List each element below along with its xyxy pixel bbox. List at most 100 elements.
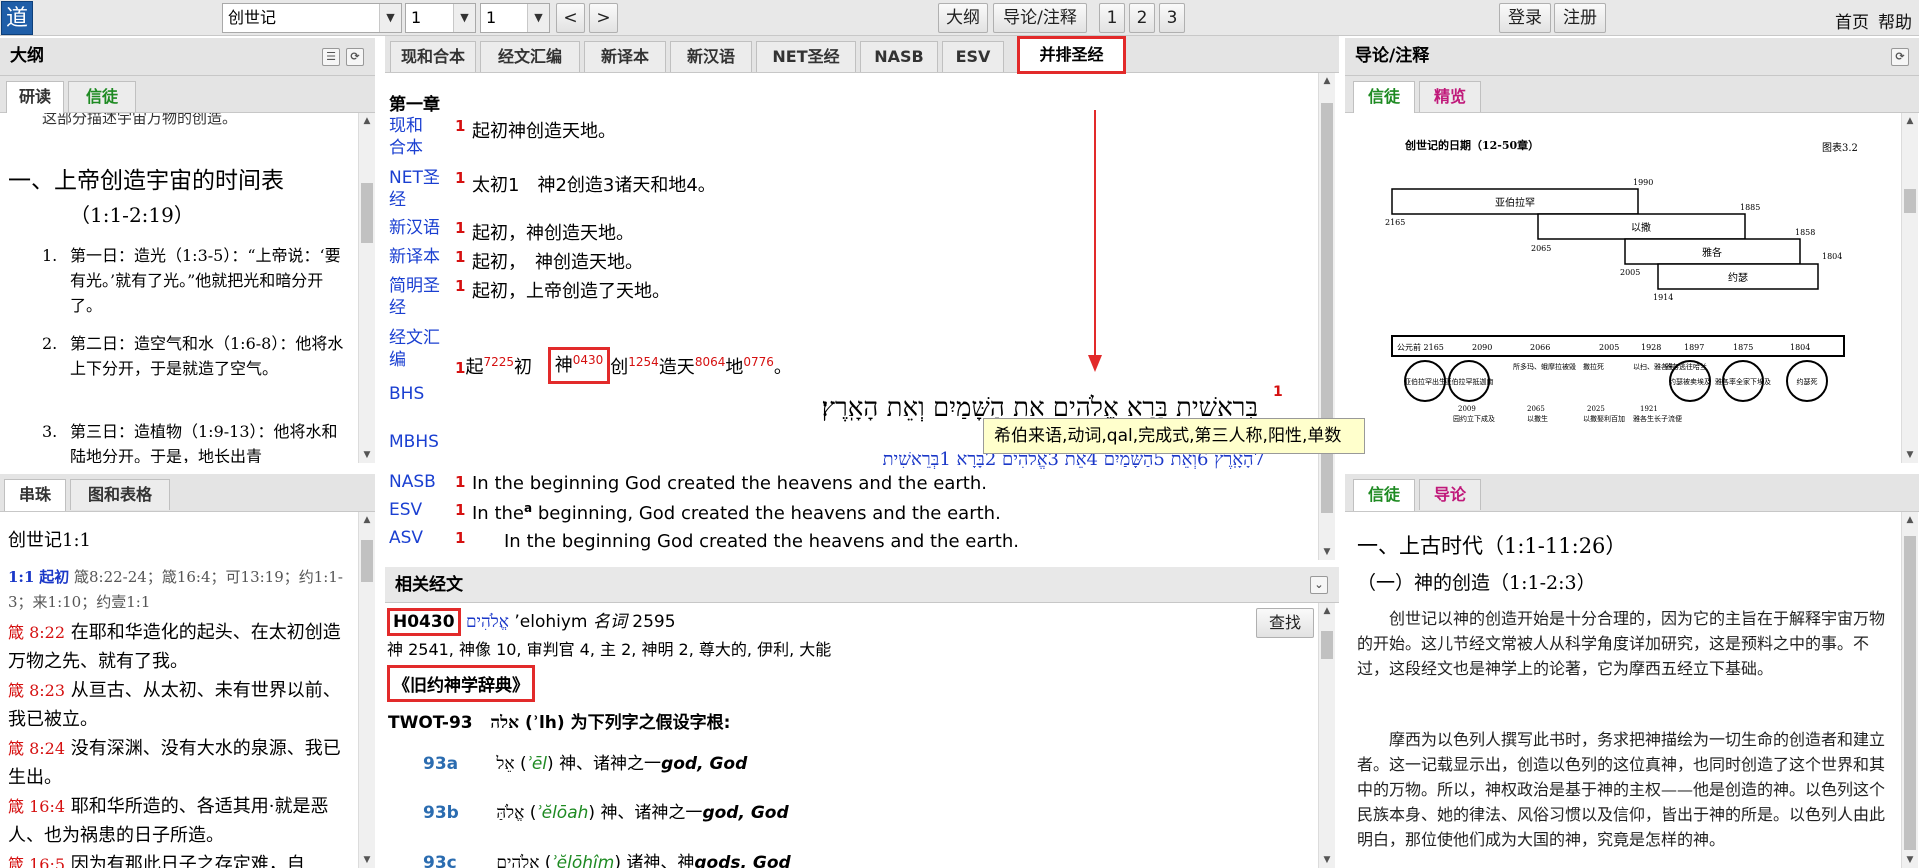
tab-charts[interactable]: 图和表格	[70, 479, 170, 510]
home-link[interactable]: 首页	[1835, 8, 1869, 33]
search-button[interactable]: 查找	[1256, 608, 1314, 638]
strong-number[interactable]: 0776	[743, 355, 774, 369]
bible-scrollbar[interactable]: ▲ ▼	[1318, 73, 1335, 560]
scroll-thumb[interactable]	[361, 540, 373, 582]
scroll-thumb[interactable]	[1904, 536, 1916, 850]
verse-number[interactable]: 1	[455, 359, 465, 377]
chain-entry-ref[interactable]: 箴 16:4	[8, 797, 65, 816]
version-label-link[interactable]: 新汉语	[389, 217, 449, 239]
scroll-thumb[interactable]	[361, 183, 373, 243]
tab-highlights[interactable]: 精览	[1419, 81, 1481, 112]
version-label-link[interactable]: ASV	[389, 527, 444, 549]
refresh-icon[interactable]: ⟳	[1891, 48, 1909, 66]
footnote-marker[interactable]: a	[524, 501, 532, 515]
outline-button[interactable]: 大纲	[938, 3, 988, 33]
prev-button[interactable]: <	[556, 3, 585, 33]
scroll-down-icon[interactable]: ▼	[1319, 852, 1335, 868]
chevron-down-icon[interactable]: ▼	[379, 4, 401, 32]
verse-number[interactable]: 1	[455, 529, 465, 547]
commentary-scrollbar[interactable]: ▲ ▼	[1901, 512, 1918, 868]
verse-number[interactable]: 1	[455, 117, 465, 135]
strong-number[interactable]: 8064	[695, 355, 726, 369]
register-button[interactable]: 注册	[1554, 3, 1606, 33]
strong-number[interactable]: 1254	[628, 355, 659, 369]
tab-version[interactable]: ESV	[942, 41, 1004, 72]
chain-entry[interactable]: 箴 8:22 在耶和华造化的起头、在太初创造万物之先、就有了我。	[8, 618, 348, 676]
scroll-down-icon[interactable]: ▼	[359, 852, 375, 868]
collapse-icon[interactable]: ⌄	[1310, 576, 1328, 594]
chain-entry-ref[interactable]: 箴 8:23	[8, 681, 65, 700]
chain-ref-link[interactable]: 1:1	[8, 568, 34, 586]
twot-item-id[interactable]: 93c	[423, 853, 491, 868]
chain-entry-ref[interactable]: 箴 16:5	[8, 855, 65, 868]
version-label-link[interactable]: 简明圣经	[389, 275, 444, 319]
scroll-thumb[interactable]	[1904, 189, 1916, 213]
refresh-icon[interactable]: ⟳	[346, 48, 364, 66]
scroll-down-icon[interactable]: ▼	[1319, 544, 1335, 560]
chapter-select[interactable]: 1 ▼	[405, 3, 476, 33]
twot-item[interactable]: 93c אֱלֹהִים (ʾĕlōhîm) 诸神、神gods, God	[423, 848, 791, 868]
concord-word[interactable]: 地	[725, 357, 743, 378]
concord-word[interactable]: 初	[514, 357, 532, 378]
scroll-down-icon[interactable]: ▼	[1902, 447, 1918, 463]
verse-select[interactable]: 1 ▼	[480, 3, 550, 33]
layout-3-button[interactable]: 3	[1159, 3, 1185, 33]
version-label-link[interactable]: NET圣经	[389, 167, 444, 211]
strong-number[interactable]: 7225	[483, 355, 514, 369]
tab-version[interactable]: 新汉语	[670, 41, 752, 72]
twot-item[interactable]: 93a אֵל (ʾēl) 神、诸神之一god, God	[423, 749, 747, 774]
scroll-up-icon[interactable]: ▲	[1319, 73, 1335, 89]
chain-entry-ref[interactable]: 箴 8:24	[8, 739, 65, 758]
intro-commentary-button[interactable]: 导论/注释	[993, 3, 1087, 33]
concord-word[interactable]: 创	[610, 357, 628, 378]
version-label-link[interactable]: 现和合本	[389, 115, 439, 159]
scroll-down-icon[interactable]: ▼	[359, 447, 375, 463]
scroll-up-icon[interactable]: ▲	[359, 512, 375, 528]
concord-word[interactable]: 神	[555, 355, 573, 376]
tab-believer[interactable]: 信徒	[1353, 479, 1415, 511]
intro-scrollbar[interactable]: ▲ ▼	[1901, 113, 1918, 463]
verse-number[interactable]: 1	[455, 501, 465, 519]
layout-2-button[interactable]: 2	[1129, 3, 1155, 33]
twot-item-id[interactable]: 93a	[423, 754, 491, 774]
app-logo[interactable]: 道	[1, 1, 33, 35]
tab-believer[interactable]: 信徒	[1353, 81, 1415, 113]
tab-version[interactable]: 经文汇编	[480, 41, 580, 72]
verse-number[interactable]: 1	[1273, 384, 1283, 400]
twot-item-id[interactable]: 93b	[423, 803, 491, 823]
tab-introduction[interactable]: 导论	[1419, 479, 1481, 510]
lexicon-scrollbar[interactable]: ▲ ▼	[1318, 603, 1335, 868]
tab-version[interactable]: NET圣经	[756, 41, 856, 72]
list-icon[interactable]: ☰	[322, 48, 340, 66]
version-label-link[interactable]: MBHS	[389, 431, 444, 453]
scroll-up-icon[interactable]: ▲	[1902, 113, 1918, 129]
chain-entry-ref[interactable]: 箴 8:22	[8, 623, 65, 642]
scroll-down-icon[interactable]: ▼	[1902, 852, 1918, 868]
chain-entry[interactable]: 箴 8:23 从亘古、从太初、未有世界以前、我已被立。	[8, 676, 348, 734]
twot-item[interactable]: 93b אֱלֹהַּ (ʾĕlōah) 神、诸神之一god, God	[423, 798, 789, 823]
outline-item[interactable]: 2. 第二日：造空气和水（1:6-8）：他将水上下分开，于是就造了空气。	[42, 331, 347, 381]
outline-item[interactable]: 3. 第三日：造植物（1:9-13）：他将水和陆地分开。于是，地长出青	[42, 419, 347, 463]
scroll-up-icon[interactable]: ▲	[1902, 512, 1918, 528]
outline-item[interactable]: 1. 第一日：造光（1:3-5）：“上帝说：‘要有光。’就有了光。”他就把光和暗分…	[42, 243, 347, 318]
verse-number[interactable]: 1	[455, 219, 465, 237]
verse-number[interactable]: 1	[455, 169, 465, 187]
tab-version[interactable]: 新译本	[584, 41, 666, 72]
version-label-link[interactable]: ESV	[389, 499, 444, 521]
next-button[interactable]: >	[589, 3, 618, 33]
chain-scrollbar[interactable]: ▲ ▼	[358, 512, 375, 868]
scroll-up-icon[interactable]: ▲	[1319, 603, 1335, 619]
chain-entry[interactable]: 箴 16:4 耶和华所造的、各适其用·就是恶人、也为祸患的日子所造。	[8, 792, 348, 850]
scroll-thumb[interactable]	[1321, 631, 1333, 659]
outline-scrollbar[interactable]: ▲ ▼	[358, 113, 375, 463]
strong-number[interactable]: 0430	[573, 353, 604, 367]
verse-number[interactable]: 1	[455, 277, 465, 295]
version-label-link[interactable]: NASB	[389, 471, 444, 493]
tab-study[interactable]: 研读	[6, 81, 64, 113]
chevron-down-icon[interactable]: ▼	[453, 4, 475, 32]
version-label-link[interactable]: 经文汇编	[389, 327, 444, 371]
book-select[interactable]: 创世记 ▼	[222, 3, 402, 33]
login-button[interactable]: 登录	[1499, 3, 1551, 33]
verse-number[interactable]: 1	[455, 248, 465, 266]
chain-entry[interactable]: 箴 16:5 因为有那此日子之存定难，自	[8, 850, 348, 868]
